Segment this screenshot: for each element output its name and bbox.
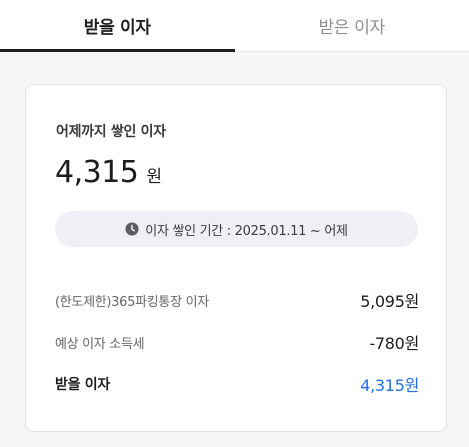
tab-label: 받은 이자 — [318, 18, 386, 38]
accrued-amount-value: 4,315 — [55, 155, 139, 190]
row-label: 받을 이자 — [55, 377, 110, 393]
breakdown-row-interest: (한도제한)365파킹통장 이자 5,095원 — [55, 279, 419, 321]
accrued-amount: 4,315 원 — [55, 155, 162, 190]
tab-received-interest[interactable]: 받은 이자 — [235, 0, 469, 51]
row-value: 5,095원 — [360, 292, 419, 311]
interest-breakdown: (한도제한)365파킹통장 이자 5,095원 예상 이자 소득세 -780원 … — [55, 279, 419, 405]
breakdown-row-tax: 예상 이자 소득세 -780원 — [55, 321, 419, 363]
row-label: 예상 이자 소득세 — [55, 336, 145, 352]
row-value: 4,315원 — [360, 376, 419, 395]
accrual-period-text: 이자 쌓인 기간 : 2025.01.11 ~ 어제 — [145, 223, 348, 239]
tab-bar: 받을 이자 받은 이자 — [0, 0, 469, 52]
breakdown-row-total: 받을 이자 4,315원 — [55, 363, 419, 405]
row-value: -780원 — [369, 334, 419, 353]
tab-upcoming-interest[interactable]: 받을 이자 — [0, 0, 235, 52]
interest-summary-card: 어제까지 쌓인 이자 4,315 원 이자 쌓인 기간 : 2025.01.11… — [25, 84, 447, 432]
accrued-amount-unit: 원 — [146, 167, 163, 187]
row-label: (한도제한)365파킹통장 이자 — [55, 294, 209, 310]
accrual-period-pill: 이자 쌓인 기간 : 2025.01.11 ~ 어제 — [55, 211, 418, 247]
clock-icon — [125, 222, 139, 236]
tab-label: 받을 이자 — [83, 18, 151, 38]
card-title: 어제까지 쌓인 이자 — [56, 124, 166, 140]
